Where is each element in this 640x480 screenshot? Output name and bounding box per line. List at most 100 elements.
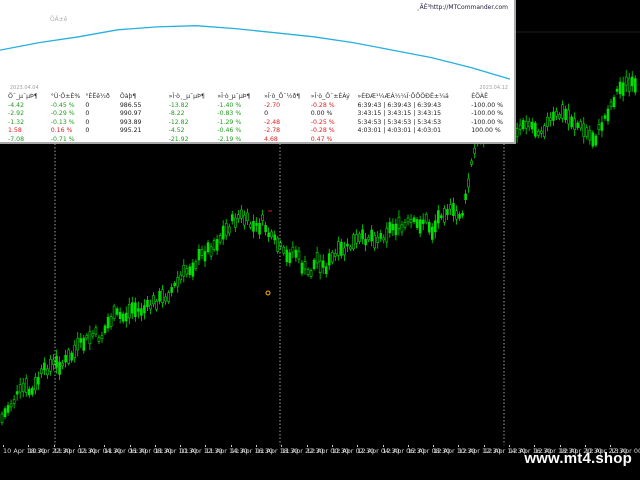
table-cell: -4.52 bbox=[168, 127, 185, 134]
time-tick bbox=[205, 445, 207, 447]
column-header: »Î·ò_µ¯µÞ¶ bbox=[217, 93, 251, 100]
candle-body bbox=[346, 243, 349, 247]
candle-body bbox=[615, 88, 619, 92]
candle-body bbox=[424, 213, 428, 223]
candle-body bbox=[352, 234, 355, 250]
candle-body bbox=[418, 219, 422, 234]
candle-body bbox=[446, 209, 449, 216]
panel-brand-link[interactable]: ¸ÃÊ³http://MTCommander.com bbox=[417, 4, 508, 11]
table-cell: 0 bbox=[85, 101, 90, 109]
candle-body bbox=[461, 213, 464, 216]
candle-body bbox=[370, 229, 373, 242]
candle-body bbox=[146, 299, 149, 307]
candle-body bbox=[52, 359, 55, 365]
candle-body bbox=[261, 214, 264, 221]
candle-body bbox=[449, 204, 452, 210]
time-tick bbox=[129, 445, 131, 447]
candle-body bbox=[124, 312, 128, 322]
candle-body bbox=[115, 308, 119, 315]
candle-body bbox=[164, 296, 167, 302]
candle-body bbox=[94, 327, 98, 335]
candle-body bbox=[224, 222, 228, 236]
candle-body bbox=[246, 212, 249, 222]
candle-body bbox=[61, 363, 64, 366]
candle-body bbox=[249, 223, 252, 228]
candle-body bbox=[176, 277, 180, 287]
candle-body bbox=[118, 311, 122, 319]
table-cell: -2.78 bbox=[264, 127, 281, 134]
equity-line bbox=[0, 25, 511, 80]
table-cell: 986.55 bbox=[119, 101, 142, 109]
candle-body bbox=[464, 193, 467, 200]
time-tick bbox=[28, 445, 30, 447]
candle-body bbox=[630, 76, 634, 87]
table-row: 1.58 0.16 % 0 995.21 -4.52 -0.46 % -2.78 -0.28 … bbox=[0, 127, 514, 136]
candle-body bbox=[443, 208, 446, 223]
candle-body bbox=[112, 305, 116, 320]
column-header: ÈÕÀÊ bbox=[471, 93, 489, 100]
candle-body bbox=[433, 220, 437, 233]
time-tick bbox=[230, 445, 232, 447]
candle-body bbox=[558, 114, 561, 119]
table-cell: -21.92 bbox=[168, 135, 189, 143]
time-tick bbox=[3, 445, 4, 447]
candle-body bbox=[421, 219, 425, 224]
candle-body bbox=[55, 355, 58, 368]
candle-body bbox=[315, 252, 319, 264]
time-tick bbox=[483, 445, 485, 447]
candle-body bbox=[427, 222, 431, 233]
candle-body bbox=[321, 260, 325, 268]
candle-body bbox=[258, 222, 261, 235]
candle-body bbox=[303, 261, 307, 270]
candle-body bbox=[161, 289, 164, 303]
candle-body bbox=[588, 129, 592, 141]
table-cell: -0.28 % bbox=[310, 127, 335, 134]
table-cell: 100.00 % bbox=[471, 127, 501, 134]
candle-body bbox=[200, 249, 204, 256]
table-row: -4.42 -0.45 % 0 986.55 -13.82 -1.40 % -2.70 -0.… bbox=[0, 101, 514, 111]
candle-body bbox=[85, 335, 89, 339]
candle-body bbox=[388, 222, 392, 234]
candle-body bbox=[40, 368, 43, 374]
candle-body bbox=[237, 214, 240, 219]
column-header: »Î·ò¸_µ¯µÞ¶ bbox=[168, 93, 205, 100]
table-cell: 3:43:15 | 3:43:15 | 3:43:15 bbox=[357, 110, 442, 117]
trade-stats-panel[interactable]: ÖÄ±ê ¸ÃÊ³http://MTCommander.com 2023.04.… bbox=[0, 0, 516, 144]
candle-body bbox=[276, 237, 280, 252]
candle-body bbox=[524, 121, 528, 129]
candle-body bbox=[327, 253, 331, 266]
table-cell bbox=[358, 136, 472, 143]
table-row: -2.92 -0.29 % 0 990.97 -8.22 -0.83 % 0 0.00 % 3:… bbox=[0, 110, 514, 119]
candle-body bbox=[234, 217, 237, 228]
candle-body bbox=[440, 215, 443, 218]
watermark-text: www.mt4.shop bbox=[524, 450, 632, 467]
table-cell: -2.70 bbox=[264, 101, 281, 109]
time-tick bbox=[610, 445, 612, 447]
candle-body bbox=[618, 81, 622, 95]
candle-body bbox=[70, 352, 73, 361]
candle-body bbox=[633, 78, 637, 93]
candle-body bbox=[203, 251, 207, 262]
time-tick bbox=[584, 445, 586, 447]
table-cell: -8.22 bbox=[168, 110, 185, 117]
candle-body bbox=[621, 82, 625, 96]
candle-body bbox=[167, 292, 170, 302]
candle-body bbox=[458, 214, 461, 219]
candle-body bbox=[58, 361, 61, 375]
time-tick bbox=[256, 445, 257, 447]
candle-body bbox=[64, 354, 67, 363]
candle-body bbox=[109, 316, 113, 327]
candle-body bbox=[34, 377, 37, 391]
candle-body bbox=[194, 261, 198, 270]
candle-body bbox=[252, 221, 255, 232]
candle-body bbox=[103, 325, 107, 334]
candle-body bbox=[394, 223, 398, 236]
candle-body bbox=[155, 300, 158, 310]
table-cell: 0.47 % bbox=[310, 135, 333, 143]
candle-body bbox=[591, 132, 595, 147]
table-cell: -0.29 % bbox=[50, 110, 75, 117]
table-cell: -0.71 % bbox=[50, 135, 75, 143]
time-tick bbox=[53, 445, 55, 447]
candle-body bbox=[612, 97, 616, 108]
equity-end-date: 2023.04.12 bbox=[479, 85, 508, 91]
